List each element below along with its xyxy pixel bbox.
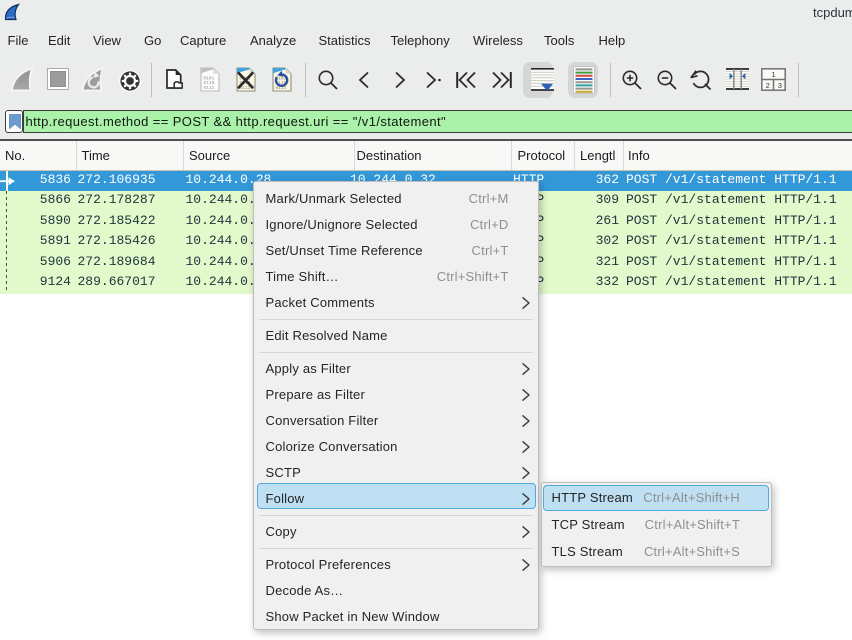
svg-text:0111: 0111 [203,85,214,91]
svg-text:1: 1 [772,70,776,79]
svg-text:2: 2 [766,81,770,90]
svg-text:3: 3 [778,81,782,90]
